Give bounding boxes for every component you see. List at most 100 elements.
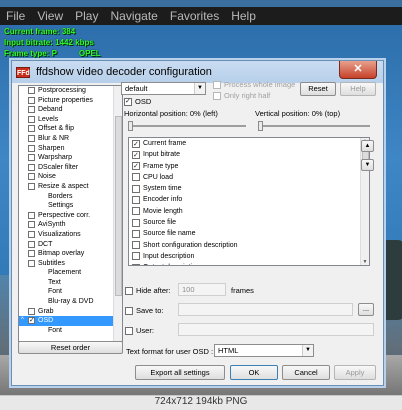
osd-item-checkbox[interactable]	[132, 263, 140, 265]
tree-item[interactable]: Resize & aspect	[19, 182, 122, 192]
tree-item-checkbox[interactable]	[28, 250, 35, 258]
osd-list-item[interactable]: Current frame	[129, 138, 369, 150]
tree-item-checkbox[interactable]	[28, 259, 35, 267]
vertical-position-thumb[interactable]	[258, 121, 263, 131]
tree-item[interactable]: Warpsharp	[19, 153, 122, 163]
osd-item-checkbox[interactable]	[132, 218, 140, 227]
tree-item[interactable]: Blur & NR	[19, 134, 122, 144]
tree-item[interactable]: Blu-ray & DVD	[19, 297, 122, 307]
osd-item-checkbox[interactable]	[132, 184, 140, 193]
tree-item[interactable]: Bitmap overlay	[19, 249, 122, 259]
expand-icon[interactable]: ^	[21, 316, 24, 326]
export-all-settings-button[interactable]: Export all settings	[135, 365, 225, 380]
tree-item[interactable]: ^ OSD	[19, 316, 122, 326]
list-scrollbar[interactable]: ▲ ▼	[360, 138, 369, 265]
osd-item-checkbox[interactable]	[132, 195, 140, 204]
only-right-half-checkbox[interactable]	[213, 92, 221, 100]
osd-list-item[interactable]: Source file name	[129, 228, 369, 239]
tree-item-checkbox[interactable]	[28, 211, 35, 219]
tree-item[interactable]: Postprocessing	[19, 86, 122, 96]
tree-item[interactable]: AviSynth	[19, 220, 122, 230]
tree-item[interactable]: Text	[19, 278, 122, 288]
tree-item-checkbox[interactable]	[28, 316, 35, 326]
tree-item[interactable]: Deband	[19, 105, 122, 115]
hide-after-checkbox[interactable]	[125, 287, 133, 295]
close-button[interactable]: ✕	[339, 61, 377, 79]
tree-item-checkbox[interactable]	[28, 154, 35, 162]
preset-select[interactable]: default ▼	[121, 82, 206, 95]
tree-item[interactable]: Picture properties	[19, 96, 122, 106]
menu-play[interactable]: Play	[75, 9, 98, 23]
vertical-position-slider[interactable]	[258, 125, 370, 127]
osd-item-checkbox[interactable]	[132, 161, 140, 172]
cancel-button[interactable]: Cancel	[282, 365, 330, 380]
tree-item[interactable]: DCT	[19, 240, 122, 250]
osd-item-checkbox[interactable]	[132, 173, 140, 182]
tree-item[interactable]: Visualizations	[19, 230, 122, 240]
tree-item[interactable]: Perspective corr.	[19, 211, 122, 221]
scroll-down-icon[interactable]: ▼	[361, 259, 369, 265]
menu-help[interactable]: Help	[231, 9, 256, 23]
osd-item-checkbox[interactable]	[132, 207, 140, 216]
menu-navigate[interactable]: Navigate	[110, 9, 157, 23]
tree-item-checkbox[interactable]	[28, 134, 35, 142]
text-format-select[interactable]: HTML ▼	[214, 344, 314, 357]
browse-button[interactable]: ...	[358, 303, 374, 316]
user-input[interactable]	[178, 323, 374, 336]
tree-scroll-thumb[interactable]	[115, 116, 122, 296]
osd-list-item[interactable]: CPU load	[129, 172, 369, 183]
menu-file[interactable]: File	[6, 9, 25, 23]
tree-item[interactable]: Sharpen	[19, 144, 122, 154]
tree-item-checkbox[interactable]	[28, 240, 35, 248]
process-whole-image-checkbox[interactable]	[213, 81, 221, 89]
tree-item-checkbox[interactable]	[28, 182, 35, 190]
horizontal-position-thumb[interactable]	[128, 121, 133, 131]
tree-item[interactable]: Grab	[19, 307, 122, 317]
tree-item-checkbox[interactable]	[28, 307, 35, 315]
tree-item[interactable]: Borders	[19, 192, 122, 202]
hide-after-input[interactable]: 100	[178, 283, 226, 296]
osd-list-item[interactable]: Frame type	[129, 161, 369, 172]
osd-list-item[interactable]: Source file	[129, 217, 369, 228]
ok-button[interactable]: OK	[230, 365, 278, 380]
osd-list-item[interactable]: Movie length	[129, 206, 369, 217]
tree-item-checkbox[interactable]	[28, 144, 35, 152]
osd-list-item[interactable]: Input description	[129, 251, 369, 262]
osd-item-checkbox[interactable]	[132, 139, 140, 150]
filter-tree[interactable]: Postprocessing Picture properties Deband Le…	[18, 85, 123, 342]
tree-item[interactable]: Levels	[19, 115, 122, 125]
user-checkbox[interactable]	[125, 327, 133, 335]
tree-item[interactable]: Offset & flip	[19, 124, 122, 134]
save-to-input[interactable]	[178, 303, 353, 316]
osd-item-checkbox[interactable]	[132, 150, 140, 161]
tree-item[interactable]: Font	[19, 326, 122, 336]
osd-item-checkbox[interactable]	[132, 241, 140, 250]
reset-order-button[interactable]: Reset order	[18, 341, 123, 354]
tree-item[interactable]: Placement	[19, 268, 122, 278]
osd-item-checkbox[interactable]	[132, 229, 140, 238]
tree-item[interactable]: Noise	[19, 172, 122, 182]
tree-item-checkbox[interactable]	[28, 163, 35, 171]
tree-item-checkbox[interactable]	[28, 230, 35, 238]
tree-item[interactable]: Settings	[19, 201, 122, 211]
tree-item-checkbox[interactable]	[28, 125, 35, 133]
dialog-titlebar[interactable]: FFd ffdshow video decoder configuration …	[12, 61, 383, 83]
help-button[interactable]: Help	[340, 82, 376, 96]
tree-item-checkbox[interactable]	[28, 87, 35, 94]
menu-favorites[interactable]: Favorites	[170, 9, 219, 23]
move-up-button[interactable]: ▲	[361, 140, 374, 152]
horizontal-position-slider[interactable]	[128, 125, 246, 127]
tree-item-checkbox[interactable]	[28, 96, 35, 104]
tree-item-checkbox[interactable]	[28, 173, 35, 181]
tree-item[interactable]: DScaler filter	[19, 163, 122, 173]
menu-view[interactable]: View	[37, 9, 63, 23]
osd-list-item[interactable]: Output description	[129, 262, 369, 265]
tree-scrollbar[interactable]	[113, 86, 122, 341]
osd-enable-checkbox[interactable]	[124, 97, 132, 106]
osd-list-item[interactable]: Encoder info	[129, 194, 369, 205]
tree-item[interactable]: Font	[19, 287, 122, 297]
reset-button[interactable]: Reset	[300, 82, 336, 96]
osd-list-item[interactable]: Short configuration description	[129, 240, 369, 251]
tree-item-checkbox[interactable]	[28, 221, 35, 229]
move-down-button[interactable]: ▼	[361, 159, 374, 171]
